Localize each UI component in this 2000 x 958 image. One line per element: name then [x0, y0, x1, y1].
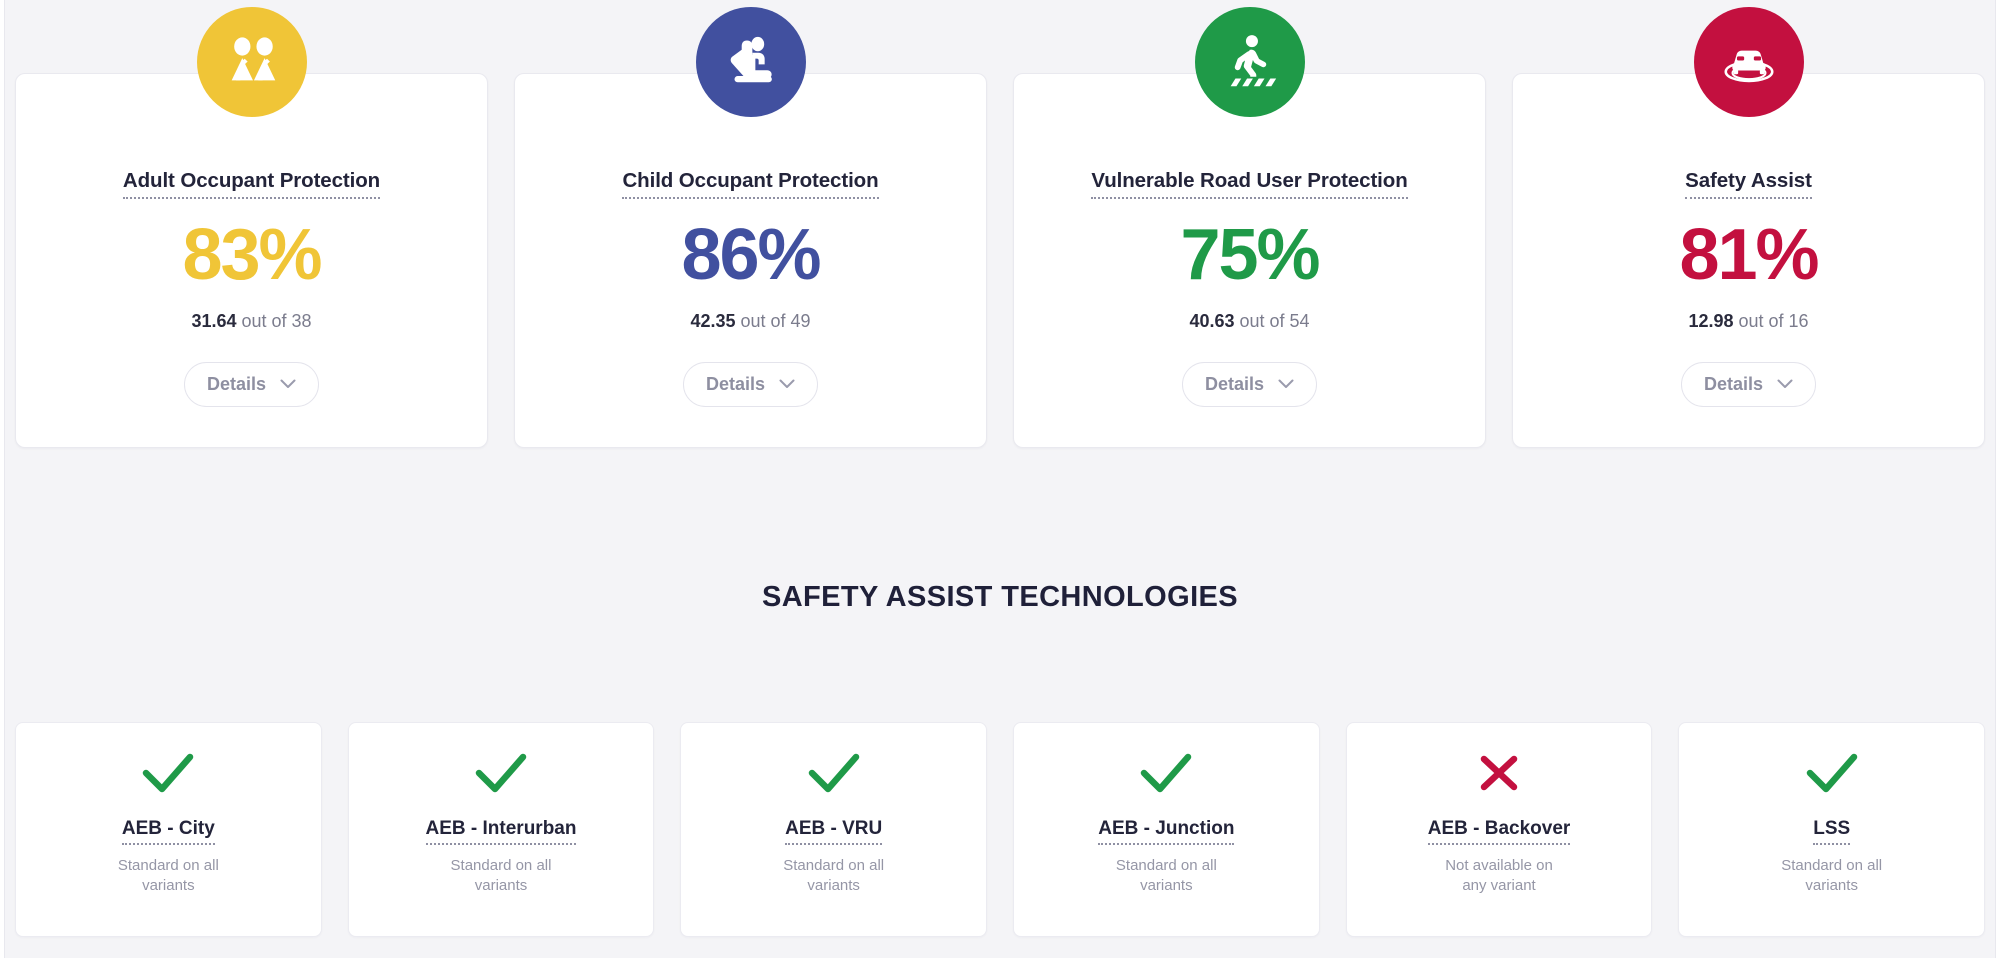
check-icon — [473, 749, 529, 797]
page-edge-left — [0, 0, 5, 958]
technology-card-title[interactable]: AEB - Junction — [1098, 818, 1235, 845]
score-card-points-value: 31.64 — [191, 310, 237, 331]
technology-card-status: Not available on any variant — [1445, 856, 1553, 895]
adult-occupant-icon — [196, 7, 307, 117]
score-card-points-value: 42.35 — [690, 310, 736, 331]
safety-assist-icon — [1693, 7, 1804, 117]
score-card-points: 31.64 out of 38 — [191, 311, 311, 332]
details-button[interactable]: Details — [1181, 361, 1318, 407]
check-icon — [1804, 749, 1860, 797]
technology-card-status: Standard on all variants — [1781, 856, 1883, 895]
technology-card-status: Standard on all variants — [117, 856, 219, 895]
score-card-title: Vulnerable Road User Protection — [1091, 169, 1408, 199]
technology-card: AEB - Junction Standard on all variants — [1013, 722, 1320, 937]
score-card-points-total: out of 16 — [1738, 310, 1809, 331]
score-card: Safety Assist 81% 12.98 out of 16 Details — [1512, 7, 1985, 448]
score-card-percent: 75% — [1180, 214, 1320, 295]
details-button[interactable]: Details — [183, 361, 320, 407]
score-card: Child Occupant Protection 86% 42.35 out of… — [514, 7, 987, 448]
child-occupant-icon — [695, 7, 806, 117]
score-card-row: Adult Occupant Protection 83% 31.64 out of… — [15, 7, 1985, 448]
details-button[interactable]: Details — [1680, 361, 1817, 407]
technology-card: AEB - VRU Standard on all variants — [680, 722, 988, 937]
technology-card-title[interactable]: AEB - VRU — [785, 818, 883, 845]
chevron-down-icon — [779, 379, 795, 389]
technology-card-status: Standard on all variants — [783, 856, 885, 895]
chevron-down-icon — [1278, 379, 1294, 389]
score-card-points: 42.35 out of 49 — [690, 311, 810, 332]
score-card-points-total: out of 38 — [241, 310, 312, 331]
check-icon — [1138, 749, 1194, 797]
details-button-label: Details — [1204, 373, 1265, 394]
cross-icon — [1471, 749, 1527, 797]
check-icon — [140, 749, 196, 797]
check-icon — [806, 749, 862, 797]
details-button-label: Details — [705, 373, 766, 394]
score-card-percent: 83% — [182, 214, 322, 295]
chevron-down-icon — [280, 379, 296, 389]
score-card-points-total: out of 49 — [740, 310, 811, 331]
technology-card-status: Standard on all variants — [450, 856, 552, 895]
technology-card-status: Standard on all variants — [1115, 856, 1217, 895]
technology-card-title[interactable]: AEB - Interurban — [425, 818, 577, 845]
section-heading-safety-assist-technologies: Safety Assist Technologies — [761, 581, 1239, 613]
technology-card: LSS Standard on all variants — [1678, 722, 1986, 937]
page-edge-right — [1995, 0, 2000, 958]
technology-card-title[interactable]: LSS — [1813, 818, 1851, 845]
score-card-title: Child Occupant Protection — [622, 169, 879, 199]
score-card-points-total: out of 54 — [1239, 310, 1310, 331]
score-card-points: 12.98 out of 16 — [1688, 311, 1808, 332]
score-card-title: Safety Assist — [1685, 169, 1812, 199]
score-card-title: Adult Occupant Protection — [122, 169, 380, 199]
technology-card: AEB - Interurban Standard on all variants — [347, 722, 655, 937]
technology-card-row: AEB - City Standard on all variants AEB - … — [15, 722, 1986, 937]
score-card-points-value: 12.98 — [1688, 310, 1734, 331]
technology-card: AEB - City Standard on all variants — [15, 722, 322, 937]
technology-card-title[interactable]: AEB - City — [121, 818, 215, 845]
score-card: Vulnerable Road User Protection 75% 40.63 … — [1013, 7, 1486, 448]
score-card-points-value: 40.63 — [1189, 310, 1235, 331]
vulnerable-road-user-icon — [1194, 7, 1305, 117]
details-button[interactable]: Details — [682, 361, 819, 407]
score-card: Adult Occupant Protection 83% 31.64 out of… — [15, 7, 488, 448]
details-button-label: Details — [206, 373, 267, 394]
technology-card: AEB - Backover Not available on any varia… — [1345, 722, 1653, 937]
score-card-points: 40.63 out of 54 — [1189, 311, 1309, 332]
technology-card-title[interactable]: AEB - Backover — [1427, 818, 1571, 845]
score-card-percent: 81% — [1679, 214, 1819, 295]
score-card-percent: 86% — [681, 214, 821, 295]
details-button-label: Details — [1703, 373, 1764, 394]
chevron-down-icon — [1777, 379, 1793, 389]
